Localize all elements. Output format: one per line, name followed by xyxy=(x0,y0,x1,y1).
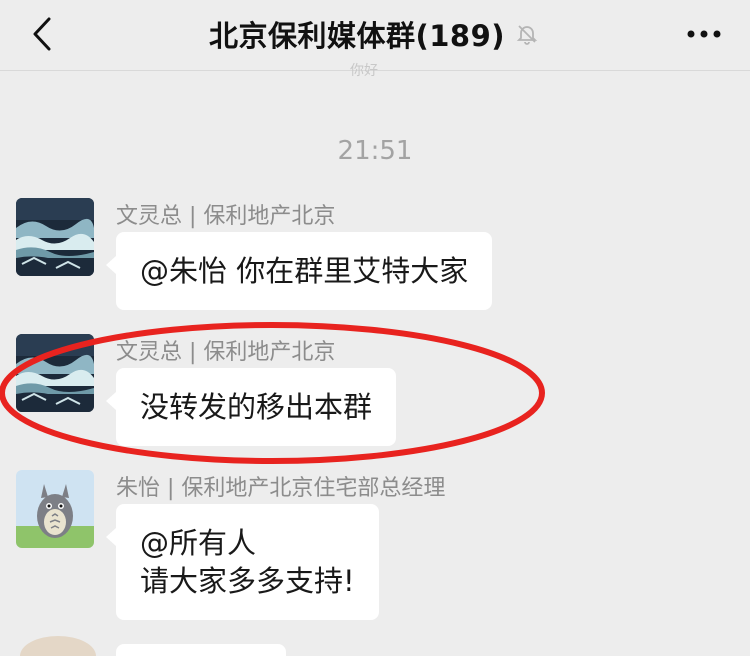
wave-painting-avatar[interactable] xyxy=(16,198,94,276)
message-text: @朱怡 你在群里艾特大家 xyxy=(140,254,469,288)
message-text: 没转发的移出本群 xyxy=(140,390,373,424)
message-bubble[interactable]: @朱怡 你在群里艾特大家 xyxy=(105,232,493,310)
more-dots-icon xyxy=(687,30,721,38)
message-bubble[interactable]: 没转发的移出本群 xyxy=(105,368,397,446)
mute-bell-icon xyxy=(513,20,541,48)
totoro-avatar[interactable] xyxy=(16,470,94,548)
scrolled-partial-text: 你好 xyxy=(350,63,378,79)
sender-name: 文灵总 | 保利地产北京 xyxy=(116,340,336,365)
time-divider: 21:51 xyxy=(337,136,413,166)
title-area: 北京保利媒体群(189) xyxy=(0,14,750,54)
message-text: @所有人 xyxy=(140,526,257,560)
partial-next-message xyxy=(20,636,286,656)
sender-name: 朱怡 | 保利地产北京住宅部总经理 xyxy=(116,476,446,501)
more-options-button[interactable] xyxy=(684,20,724,48)
chat-title: 北京保利媒体群(189) xyxy=(208,19,506,53)
sender-name: 文灵总 | 保利地产北京 xyxy=(116,204,336,229)
message-text: 请大家多多支持! xyxy=(140,564,355,598)
wave-painting-avatar[interactable] xyxy=(16,334,94,412)
message-bubble[interactable]: @所有人 请大家多多支持! xyxy=(106,504,379,620)
